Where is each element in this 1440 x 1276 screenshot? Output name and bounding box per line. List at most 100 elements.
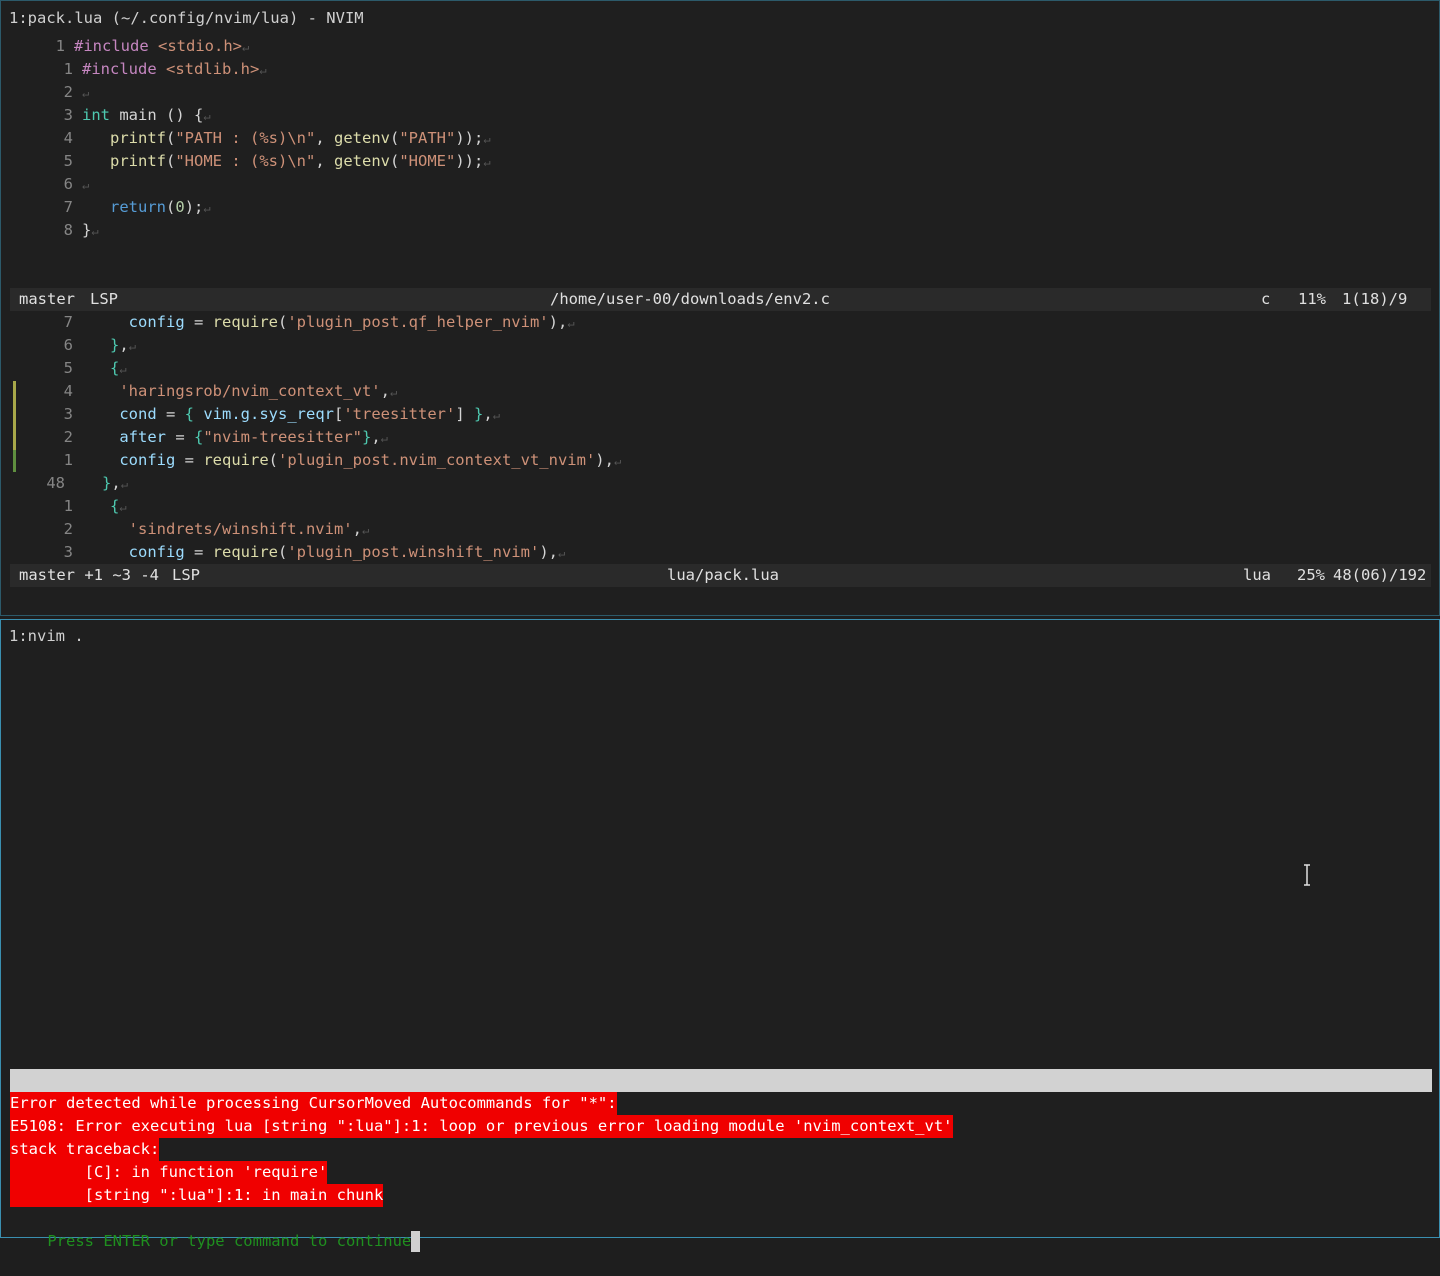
code-token: {: [194, 428, 204, 446]
newline-marker-icon: ↵: [483, 155, 491, 169]
code-line[interactable]: 6 },↵: [9, 334, 136, 357]
git-branch: master: [19, 290, 75, 308]
newline-marker-icon: ↵: [492, 408, 500, 422]
code-token: ,: [380, 382, 390, 400]
code-line[interactable]: 6 ↵: [9, 173, 90, 196]
line-number: 2: [63, 520, 73, 538]
newline-marker-icon: ↵: [203, 201, 211, 215]
line-number: 1: [63, 60, 73, 78]
code-token: ,: [111, 474, 121, 492]
newline-marker-icon: ↵: [120, 477, 128, 491]
code-token: 'plugin_post.nvim_context_vt_nvim': [278, 451, 596, 469]
top-terminal-pane[interactable]: 1:pack.lua (~/.config/nvim/lua) - NVIM 1…: [0, 0, 1440, 616]
code-token: ,: [352, 520, 362, 538]
code-token: 0: [175, 198, 185, 216]
code-token: require: [203, 451, 269, 469]
line-number: 48: [46, 474, 65, 492]
code-line[interactable]: 1 {↵: [9, 495, 127, 518]
text-cursor-icon: [1304, 864, 1310, 886]
line-number: 6: [63, 175, 73, 193]
code-token: config: [128, 543, 185, 561]
c-statusline: master LSP /home/user-00/downloads/env2.…: [10, 288, 1431, 311]
code-token: ,: [371, 428, 381, 446]
code-line[interactable]: 8}↵: [9, 219, 99, 242]
code-token: "nvim-treesitter": [203, 428, 362, 446]
line-number: 7: [63, 313, 73, 331]
newline-marker-icon: ↵: [242, 40, 250, 54]
continue-prompt[interactable]: Press ENTER or type command to continue: [10, 1207, 421, 1252]
file-path: lua/pack.lua: [667, 566, 779, 584]
code-line[interactable]: 48 },↵: [9, 472, 128, 495]
cursor-block: [411, 1231, 421, 1252]
code-token: =: [156, 405, 185, 423]
code-line[interactable]: 3 config = require('plugin_post.winshift…: [9, 541, 566, 564]
code-token: (: [166, 152, 176, 170]
line-number: 3: [63, 543, 73, 561]
code-token: require: [212, 313, 278, 331]
line-number: 8: [63, 221, 73, 239]
line-number: 5: [63, 152, 73, 170]
code-line[interactable]: 1 #include <stdio.h>↵: [9, 35, 250, 58]
newline-marker-icon: ↵: [91, 224, 99, 238]
code-line[interactable]: 5 {↵: [9, 357, 127, 380]
newline-marker-icon: ↵: [389, 385, 398, 399]
newline-marker-icon: ↵: [557, 546, 566, 560]
message-separator: [10, 1069, 1432, 1092]
code-token: printf: [110, 152, 166, 170]
code-token: [: [334, 405, 344, 423]
code-token: }: [361, 428, 372, 446]
line-number: 1: [63, 451, 73, 469]
code-token: config: [119, 451, 176, 469]
code-line[interactable]: 2 'sindrets/winshift.nvim',↵: [9, 518, 370, 541]
code-line[interactable]: 3 cond = { vim.g.sys_reqr['treesitter'] …: [9, 403, 500, 426]
bottom-terminal-pane[interactable]: 1:nvim . Error detected while processing…: [0, 619, 1440, 1252]
code-token: =: [166, 428, 194, 446]
code-token: vim.g.sys_reqr: [203, 405, 334, 423]
newline-marker-icon: ↵: [119, 362, 127, 376]
code-token: #include: [82, 60, 157, 78]
code-token: ,: [483, 405, 493, 423]
cursor-position: 48(06)/192: [1333, 566, 1427, 584]
newline-marker-icon: ↵: [259, 63, 267, 77]
code-token: }: [474, 405, 484, 423]
code-line[interactable]: 5 printf("HOME : (%s)\n", getenv("HOME")…: [9, 150, 491, 173]
code-line[interactable]: 7 return(0);↵: [9, 196, 211, 219]
code-token: 'haringsrob/nvim_context_vt': [119, 382, 381, 400]
code-token: 'sindrets/winshift.nvim': [128, 520, 353, 538]
code-line[interactable]: 2 ↵: [9, 81, 90, 104]
code-line[interactable]: 3 int main () {↵: [9, 104, 211, 127]
code-token: {: [184, 405, 194, 423]
newline-marker-icon: ↵: [483, 132, 491, 146]
code-line[interactable]: 4 'haringsrob/nvim_context_vt',↵: [9, 380, 398, 403]
code-token: ),: [595, 451, 614, 469]
code-token: (: [166, 129, 176, 147]
code-line[interactable]: 1 #include <stdlib.h>↵: [9, 58, 267, 81]
lsp-indicator: LSP: [90, 290, 118, 308]
code-line[interactable]: 1 config = require('plugin_post.nvim_con…: [9, 449, 622, 472]
line-number: 4: [63, 382, 73, 400]
code-token: <stdio.h>: [158, 37, 242, 55]
newline-marker-icon: ↵: [119, 500, 127, 514]
code-token: }: [110, 336, 120, 354]
code-line[interactable]: 2 after = {"nvim-treesitter"},↵: [9, 426, 388, 449]
line-number: 7: [63, 198, 73, 216]
code-line[interactable]: 7 config = require('plugin_post.qf_helpe…: [9, 311, 575, 334]
code-line[interactable]: 4 printf("PATH : (%s)\n", getenv("PATH")…: [9, 127, 491, 150]
code-token: ]: [455, 405, 474, 423]
code-token: ));: [455, 129, 484, 147]
code-token: int: [82, 106, 110, 124]
code-token: =: [175, 451, 204, 469]
error-line: E5108: Error executing lua [string ":lua…: [10, 1115, 953, 1138]
line-number: 1: [55, 37, 65, 55]
code-token: ),: [539, 543, 558, 561]
